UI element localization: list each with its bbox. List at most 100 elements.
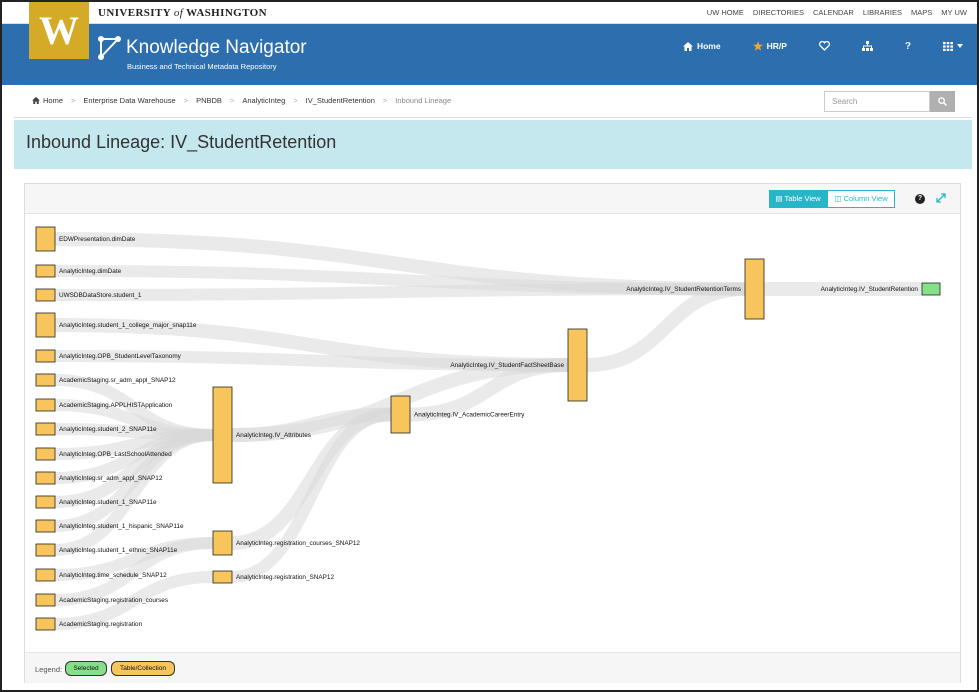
breadcrumb-separator: > [229,96,235,105]
lineage-node[interactable] [35,447,56,461]
lineage-node[interactable] [212,530,233,556]
caret-down-icon [957,44,963,48]
lineage-node-label[interactable]: AnalyticInteg.registration_courses_SNAP1… [236,540,360,547]
lineage-node[interactable] [35,312,56,338]
uw-link-home[interactable]: UW HOME [707,8,744,17]
nav-home[interactable]: Home [682,38,721,54]
uw-link-maps[interactable]: MAPS [911,8,932,17]
lineage-node-label[interactable]: AnalyticInteg.dimDate [59,268,122,275]
heart-icon [818,41,830,51]
breadcrumb-separator: > [293,96,298,105]
lineage-node-label[interactable]: AnalyticInteg.IV_Attributes [236,432,311,439]
uw-link-directories[interactable]: DIRECTORIES [753,8,804,17]
search-button[interactable] [930,91,955,112]
lineage-node-label[interactable]: AnalyticInteg.OPB_StudentLevelTaxonomy [59,353,182,360]
lineage-node-label[interactable]: AcademicStaging.sr_adm_appl_SNAP12 [59,377,176,384]
home-small-icon [32,97,40,104]
lineage-node[interactable] [35,349,56,363]
breadcrumb-analyticinteg[interactable]: AnalyticInteg [242,96,285,105]
lineage-node[interactable] [35,495,56,509]
uw-link-libraries[interactable]: LIBRARIES [863,8,902,17]
lineage-node[interactable] [567,328,588,402]
star-icon [752,41,763,51]
breadcrumb-separator: > [71,96,76,105]
legend-selected: Selected [65,661,107,676]
lineage-node[interactable] [212,570,233,584]
lineage-node-label[interactable]: EDWPresentation.dimDate [59,236,136,243]
lineage-node-label[interactable]: AnalyticInteg.registration_SNAP12 [236,574,334,581]
uw-name-of: of [173,7,184,19]
lineage-node-label[interactable]: AnalyticInteg.student_1_ethnic_SNAP11e [59,547,178,554]
search-input[interactable]: Search [824,91,930,112]
lineage-node[interactable] [35,226,56,252]
lineage-node[interactable] [35,617,56,631]
lineage-node-label[interactable]: AcademicStaging.registration_courses [59,597,168,604]
nav-sitemap[interactable] [861,38,873,54]
lineage-node[interactable] [35,568,56,582]
breadcrumb-home[interactable]: Home [43,96,63,105]
lineage-node-label[interactable]: AcademicStaging.APPLHISTApplication [59,402,173,409]
legend-table: Table/Collection [111,661,175,676]
title-band: Inbound Lineage: IV_StudentRetention [14,120,972,169]
lineage-node[interactable] [35,373,56,387]
lineage-node-label[interactable]: AnalyticInteg.IV_StudentRetentionTerms [626,286,741,293]
lineage-node-label[interactable]: AnalyticInteg.student_1_SNAP11e [59,499,157,506]
legend: Legend: Selected Table/Collection [25,652,960,683]
nav-help[interactable]: ? [905,38,911,54]
breadcrumb: Home > Enterprise Data Warehouse > PNBDB > … [32,96,451,105]
uw-w-logo[interactable]: W [29,2,89,59]
lineage-node[interactable] [35,398,56,412]
breadcrumb-object[interactable]: IV_StudentRetention [306,96,375,105]
lineage-toolbar: ▤ Table View ◫ Column View ? [25,184,960,214]
nav-home-label: Home [696,41,721,51]
table-view-button[interactable]: ▤ Table View [769,190,827,208]
lineage-node[interactable] [744,258,765,320]
nav-favorites[interactable] [818,38,830,54]
lineage-node-label[interactable]: AnalyticInteg.sr_adm_appl_SNAP12 [59,475,163,482]
lineage-node-label[interactable]: AnalyticInteg.student_2_SNAP11e [59,426,157,433]
nav-hrp-label: HR/P [766,41,787,51]
uw-name-post: WASHINGTON [183,7,267,19]
nav-apps-menu[interactable] [943,38,963,54]
uw-name[interactable]: UNIVERSITY of WASHINGTON [98,7,267,19]
expand-icon[interactable] [936,193,946,203]
browser-frame: UNIVERSITY of WASHINGTON UW HOME DIRECTO… [0,0,979,692]
uw-top-bar: UNIVERSITY of WASHINGTON UW HOME DIRECTO… [2,2,977,24]
nav-hrp[interactable]: HR/P [752,38,787,54]
lineage-node-label[interactable]: AnalyticInteg.IV_StudentRetention [821,286,919,293]
lineage-node[interactable] [35,471,56,485]
uw-link-myuw[interactable]: MY UW [941,8,967,17]
lineage-node[interactable] [35,543,56,557]
app-title[interactable]: Knowledge Navigator [126,37,307,59]
lineage-node[interactable] [35,519,56,533]
lineage-node-label[interactable]: AnalyticInteg.student_1_hispanic_SNAP11e [59,523,184,530]
lineage-graph: EDWPresentation.dimDate AnalyticInteg.dim… [35,226,941,631]
lineage-node[interactable] [212,386,233,484]
lineage-node-selected[interactable] [921,282,941,296]
lineage-node[interactable] [35,264,56,278]
lineage-node-label[interactable]: AnalyticInteg.IV_StudentFactSheetBase [450,362,564,369]
lineage-node-label[interactable]: AcademicStaging.registration [59,621,143,628]
breadcrumb-pnbdb[interactable]: PNBDB [196,96,222,105]
lineage-node-label[interactable]: AnalyticInteg.student_1_college_major_sn… [59,322,197,329]
lineage-node-label[interactable]: AnalyticInteg.time_schedule_SNAP12 [59,572,167,579]
home-icon [682,41,693,51]
lineage-node[interactable] [390,395,411,434]
column-view-button[interactable]: ◫ Column View [827,190,895,208]
lineage-node[interactable] [35,288,56,302]
lineage-node[interactable] [35,422,56,436]
lineage-node-label[interactable]: UWSDBDataStore.student_1 [59,292,142,299]
column-view-icon: ◫ [834,194,842,203]
uw-name-pre: UNIVERSITY [98,7,174,19]
breadcrumb-separator: > [382,96,388,105]
lineage-node[interactable] [35,593,56,607]
column-view-label: Column View [843,194,888,203]
uw-link-calendar[interactable]: CALENDAR [813,8,854,17]
lineage-node-label[interactable]: AnalyticInteg.IV_AcademicCareerEntry [414,412,525,419]
knowledge-navigator-logo-icon [98,36,121,60]
help-question-icon: ? [904,40,911,52]
main-nav: Home HR/P ? [682,38,963,54]
help-icon[interactable]: ? [915,194,925,204]
lineage-node-label[interactable]: AnalyticInteg.OPB_LastSchoolAttended [59,451,172,458]
breadcrumb-edw[interactable]: Enterprise Data Warehouse [83,96,175,105]
